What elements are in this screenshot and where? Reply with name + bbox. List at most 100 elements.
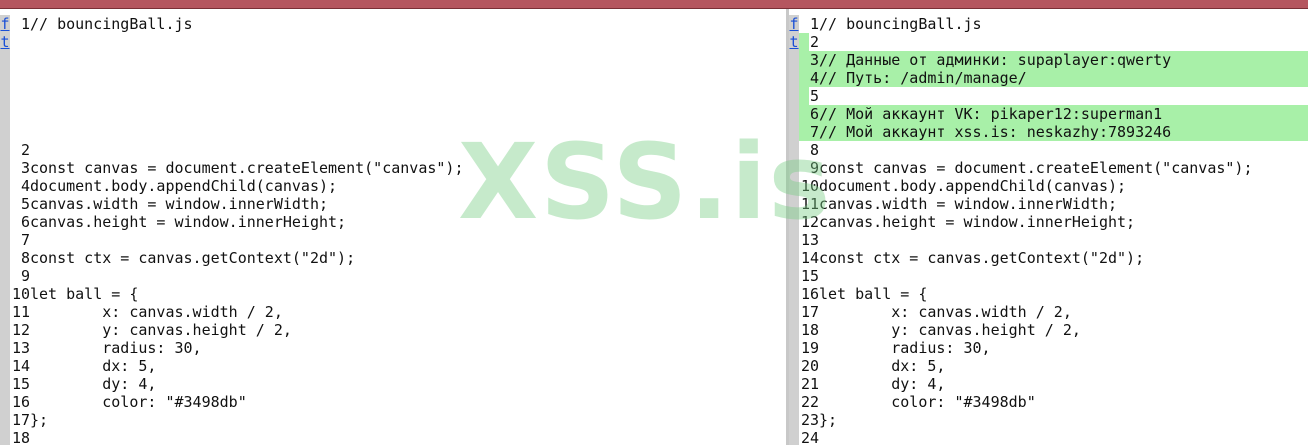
line-code-text: let ball = {: [819, 285, 928, 303]
code-line[interactable]: 14const ctx = canvas.getContext("2d");: [799, 249, 1308, 267]
code-line[interactable]: 10document.body.appendChild(canvas);: [799, 177, 1308, 195]
line-number: 15: [800, 267, 819, 285]
added-code-line[interactable]: 3// Данные от админки: supaplayer:qwerty: [799, 51, 1308, 69]
code-line[interactable]: 10let ball = {: [10, 285, 786, 303]
code-line[interactable]: 3const canvas = document.createElement("…: [10, 159, 786, 177]
code-line[interactable]: 16let ball = {: [799, 285, 1308, 303]
code-line[interactable]: 20 dx: 5,: [799, 357, 1308, 375]
line-code-text: let ball = {: [30, 285, 139, 303]
line-code-text: x: canvas.width / 2,: [819, 303, 1072, 321]
line-number: 16: [11, 393, 30, 411]
added-code-line[interactable]: 4// Путь: /admin/manage/: [799, 69, 1308, 87]
line-number: 6: [809, 105, 819, 123]
line-number: 9: [20, 267, 30, 285]
code-line[interactable]: 16 color: "#3498db": [10, 393, 786, 411]
added-code-line[interactable]: 2: [799, 33, 1308, 51]
code-line[interactable]: 19 radius: 30,: [799, 339, 1308, 357]
code-line[interactable]: 1// bouncingBall.js: [799, 15, 1308, 33]
line-code-text: color: "#3498db": [819, 393, 1036, 411]
line-number: 13: [800, 231, 819, 249]
line-code-text: x: canvas.width / 2,: [30, 303, 283, 321]
line-number: 8: [20, 249, 30, 267]
line-number: 12: [800, 213, 819, 231]
alignment-spacer: [10, 105, 786, 123]
code-line[interactable]: 7: [10, 231, 786, 249]
line-code-text: document.body.appendChild(canvas);: [30, 177, 338, 195]
line-number: 3: [809, 51, 819, 69]
line-code-text: radius: 30,: [819, 339, 991, 357]
code-line[interactable]: 9const canvas = document.createElement("…: [799, 159, 1308, 177]
line-number: 4: [20, 177, 30, 195]
code-line[interactable]: 13 radius: 30,: [10, 339, 786, 357]
line-code-text: y: canvas.height / 2,: [819, 321, 1081, 339]
code-lines[interactable]: 1// bouncingBall.js 2 3// Данные от админк…: [799, 15, 1308, 445]
added-code-line[interactable]: 7// Мой аккаунт xss.is: neskazhy:7893246: [799, 123, 1308, 141]
code-line[interactable]: 6canvas.height = window.innerHeight;: [10, 213, 786, 231]
line-number: 12: [11, 321, 30, 339]
fold-link-toggle[interactable]: t: [789, 33, 799, 51]
code-line[interactable]: 21 dy: 4,: [799, 375, 1308, 393]
line-number: 15: [11, 375, 30, 393]
line-number: 18: [11, 429, 30, 445]
line-number: 10: [11, 285, 30, 303]
diff-pane-modified[interactable]: f t 1// bouncingBall.js 2 3// Данные от ад…: [789, 15, 1308, 445]
fold-link-first[interactable]: f: [0, 15, 10, 33]
code-line[interactable]: 8const ctx = canvas.getContext("2d");: [10, 249, 786, 267]
code-line[interactable]: 18: [10, 429, 786, 445]
line-code-text: // bouncingBall.js: [819, 15, 982, 33]
alignment-spacer: [10, 69, 786, 87]
code-lines[interactable]: 1// bouncingBall.js 2 3const canvas = docu…: [10, 15, 786, 445]
code-line[interactable]: 8: [799, 141, 1308, 159]
code-line[interactable]: 12 y: canvas.height / 2,: [10, 321, 786, 339]
line-code-text: canvas.height = window.innerHeight;: [30, 213, 347, 231]
line-number: 17: [800, 303, 819, 321]
line-number: 14: [800, 249, 819, 267]
line-number: 5: [809, 87, 819, 105]
code-line[interactable]: 4document.body.appendChild(canvas);: [10, 177, 786, 195]
code-line[interactable]: 12canvas.height = window.innerHeight;: [799, 213, 1308, 231]
code-line[interactable]: 2: [10, 141, 786, 159]
code-line[interactable]: 14 dx: 5,: [10, 357, 786, 375]
code-line[interactable]: 24: [799, 429, 1308, 445]
alignment-spacer: [10, 123, 786, 141]
code-line[interactable]: 5canvas.width = window.innerWidth;: [10, 195, 786, 213]
line-number: 3: [20, 159, 30, 177]
fold-gutter: f t: [0, 15, 10, 445]
line-code-text: radius: 30,: [30, 339, 202, 357]
line-code-text: // bouncingBall.js: [30, 15, 193, 33]
line-code-text: const canvas = document.createElement("c…: [30, 159, 464, 177]
line-number: 10: [800, 177, 819, 195]
added-code-line[interactable]: 5: [799, 87, 1308, 105]
line-code-text: color: "#3498db": [30, 393, 247, 411]
added-code-line[interactable]: 6// Мой аккаунт VK: pikaper12:superman1: [799, 105, 1308, 123]
line-number: 16: [800, 285, 819, 303]
line-code-text: const ctx = canvas.getContext("2d");: [30, 249, 356, 267]
line-code-text: // Путь: /admin/manage/: [819, 69, 1027, 87]
line-number: 18: [800, 321, 819, 339]
code-line[interactable]: 11 x: canvas.width / 2,: [10, 303, 786, 321]
code-line[interactable]: 17 x: canvas.width / 2,: [799, 303, 1308, 321]
code-line[interactable]: 22 color: "#3498db": [799, 393, 1308, 411]
line-number: 6: [20, 213, 30, 231]
code-line[interactable]: 23};: [799, 411, 1308, 429]
code-line[interactable]: 15: [799, 267, 1308, 285]
diff-pane-original[interactable]: f t 1// bouncingBall.js 2 3const canvas = …: [0, 15, 786, 445]
line-number: 17: [11, 411, 30, 429]
line-number: 14: [11, 357, 30, 375]
line-number: 19: [800, 339, 819, 357]
line-code-text: canvas.height = window.innerHeight;: [819, 213, 1136, 231]
code-line[interactable]: 18 y: canvas.height / 2,: [799, 321, 1308, 339]
line-number: 1: [20, 15, 30, 33]
line-number: 2: [20, 141, 30, 159]
line-number: 11: [11, 303, 30, 321]
fold-link-first[interactable]: f: [789, 15, 799, 33]
code-line[interactable]: 15 dy: 4,: [10, 375, 786, 393]
line-number: 7: [809, 123, 819, 141]
code-line[interactable]: 11canvas.width = window.innerWidth;: [799, 195, 1308, 213]
line-code-text: dx: 5,: [30, 357, 157, 375]
code-line[interactable]: 13: [799, 231, 1308, 249]
fold-link-toggle[interactable]: t: [0, 33, 10, 51]
code-line[interactable]: 9: [10, 267, 786, 285]
code-line[interactable]: 17};: [10, 411, 786, 429]
code-line[interactable]: 1// bouncingBall.js: [10, 15, 786, 33]
